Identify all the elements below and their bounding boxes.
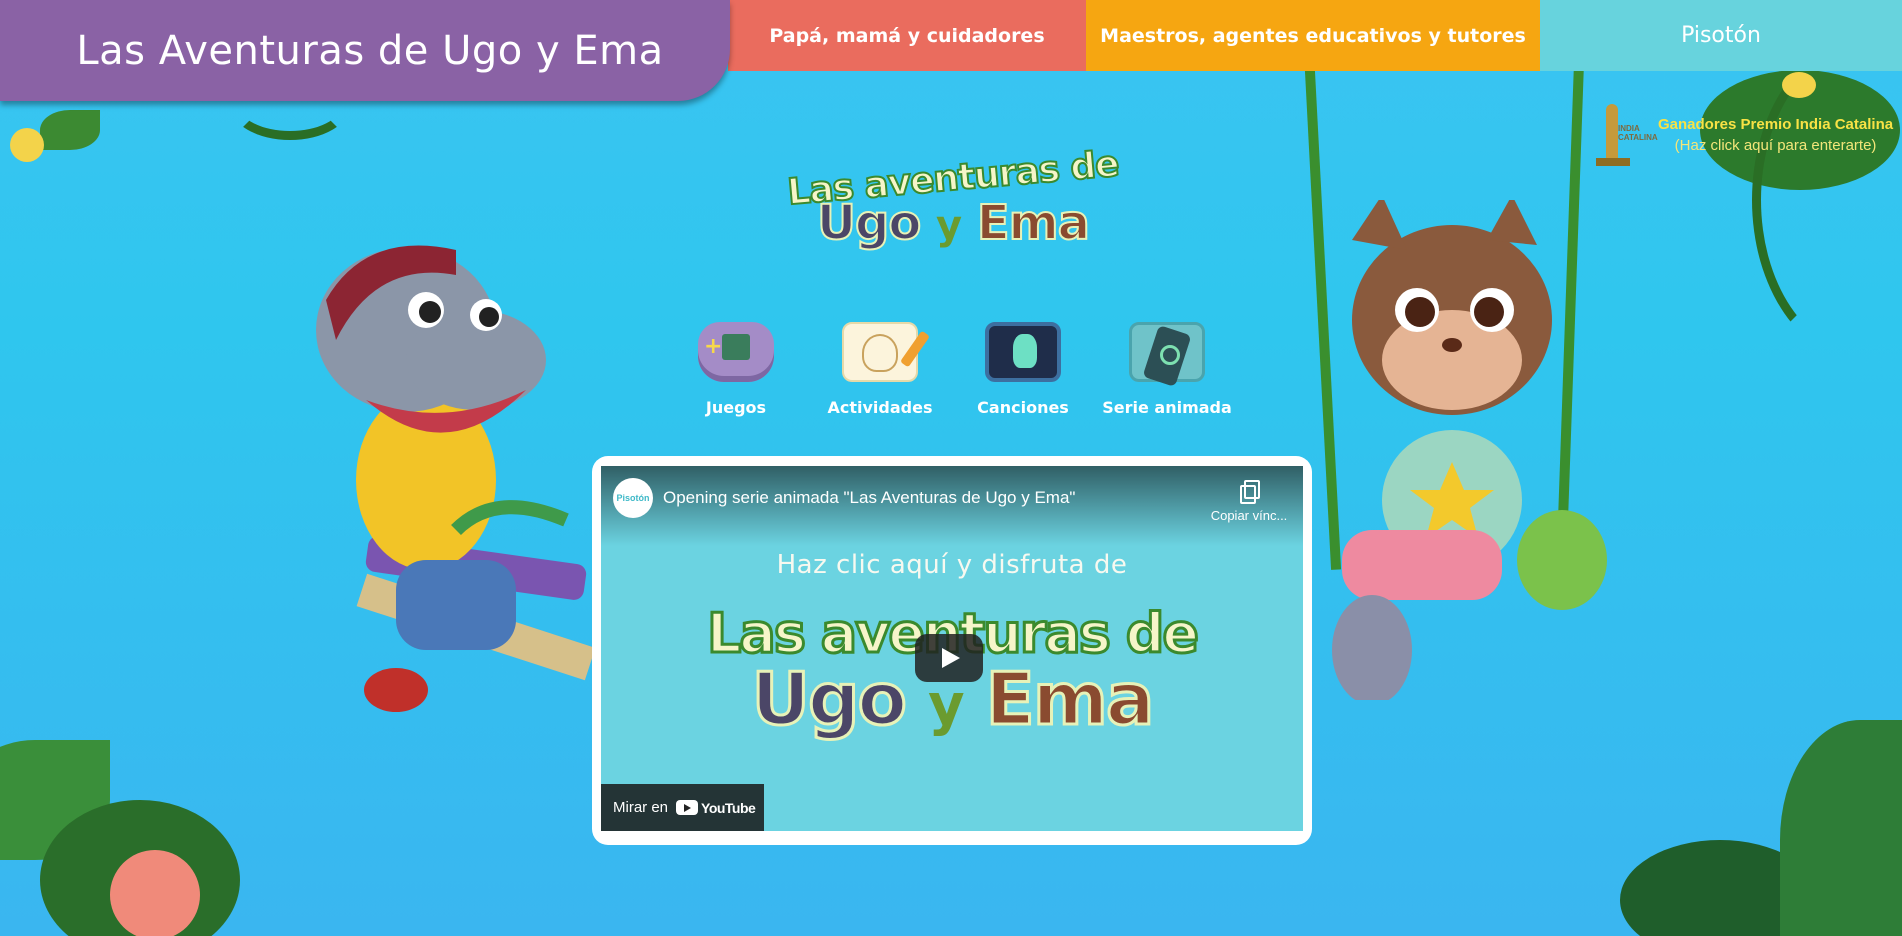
top-navigation: Papá, mamá y cuidadores Maestros, agente… <box>728 0 1902 71</box>
youtube-play-icon <box>676 800 699 815</box>
category-animated-series[interactable]: Serie animada <box>1097 322 1237 417</box>
category-songs-label[interactable]: Canciones <box>953 398 1093 417</box>
video-embed-frame: Pisotón Opening serie animada "Las Avent… <box>592 456 1312 845</box>
video-thumbnail-tagline: Haz clic aquí y disfruta de <box>776 550 1128 580</box>
copy-icon[interactable] <box>1239 480 1260 504</box>
watch-on-youtube-button[interactable]: Mirar en YouTube <box>601 784 764 831</box>
video-logo-y: y <box>928 673 964 738</box>
channel-avatar[interactable]: Pisotón <box>613 478 653 518</box>
logo-y: y <box>936 203 962 249</box>
squirrel-character-illustration <box>1332 200 1607 700</box>
category-songs[interactable]: Canciones <box>953 322 1093 417</box>
youtube-video-player[interactable]: Pisotón Opening serie animada "Las Avent… <box>601 466 1303 831</box>
youtube-logo: YouTube <box>676 799 756 816</box>
nav-teachers-educators[interactable]: Maestros, agentes educativos y tutores <box>1086 0 1540 71</box>
ugo-y-ema-logo[interactable]: Las aventuras de Ugo y Ema <box>780 143 1126 270</box>
video-logo-ugo: Ugo <box>750 656 908 743</box>
award-title[interactable]: Ganadores Premio India Catalina <box>1658 114 1893 135</box>
youtube-wordmark: YouTube <box>701 799 756 816</box>
site-title[interactable]: Las Aventuras de Ugo y Ema <box>76 28 663 74</box>
category-animated-series-label[interactable]: Serie animada <box>1097 398 1237 417</box>
watch-on-label: Mirar en <box>613 799 669 816</box>
category-activities[interactable]: Actividades <box>810 322 950 417</box>
site-title-tab[interactable]: Las Aventuras de Ugo y Ema <box>0 0 730 101</box>
video-title[interactable]: Opening serie animada "Las Aventuras de … <box>663 488 1075 508</box>
copy-link-button[interactable]: Copiar vínc... <box>1207 480 1291 523</box>
category-activities-label[interactable]: Actividades <box>810 398 950 417</box>
play-button[interactable] <box>915 634 983 682</box>
nav-pisoton[interactable]: Pisotón <box>1540 0 1902 71</box>
award-banner[interactable]: INDIA CATALINA Ganadores Premio India Ca… <box>1588 100 1893 170</box>
game-console-icon[interactable] <box>698 322 774 382</box>
hippo-character-illustration <box>316 245 596 712</box>
remote-control-icon[interactable] <box>1129 322 1205 382</box>
nav-parents-caregivers[interactable]: Papá, mamá y cuidadores <box>728 0 1086 71</box>
award-subtitle[interactable]: (Haz click aquí para enterarte) <box>1658 135 1893 156</box>
logo-ema: Ema <box>976 194 1091 252</box>
dancing-music-icon[interactable] <box>985 322 1061 382</box>
copy-link-label: Copiar vínc... <box>1210 508 1288 523</box>
coloring-activity-icon[interactable] <box>842 322 918 382</box>
category-games[interactable]: Juegos <box>666 322 806 417</box>
india-catalina-trophy-icon: INDIA CATALINA <box>1588 100 1658 170</box>
category-games-label[interactable]: Juegos <box>666 398 806 417</box>
trophy-badge-text: INDIA CATALINA <box>1618 124 1658 142</box>
video-logo-ema: Ema <box>984 656 1156 743</box>
